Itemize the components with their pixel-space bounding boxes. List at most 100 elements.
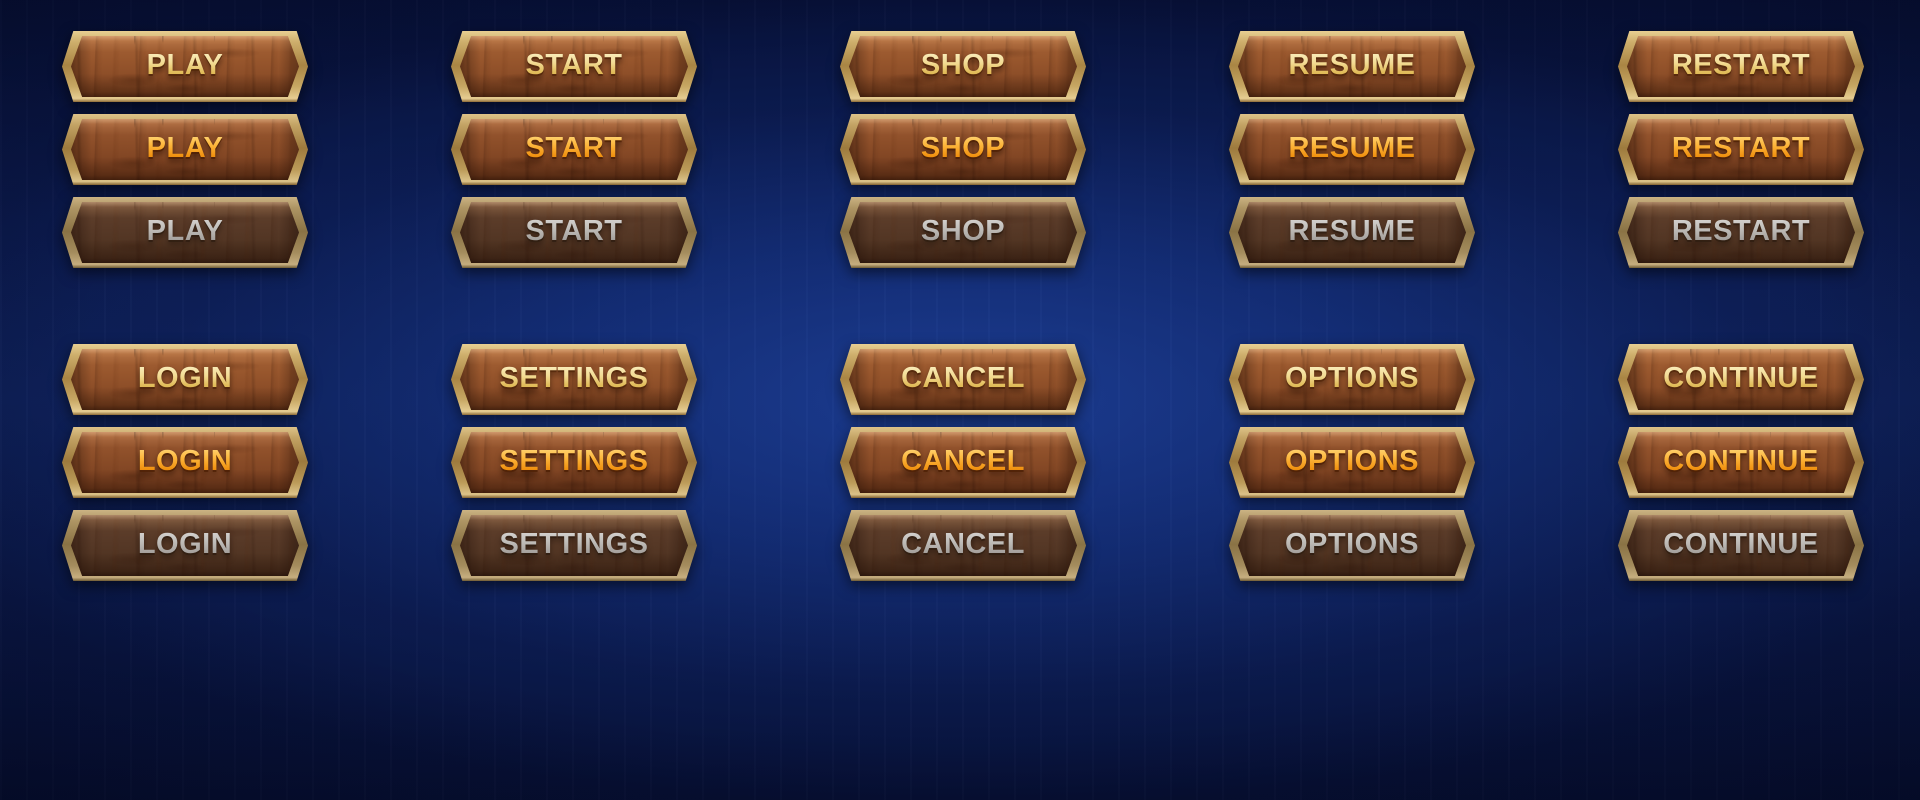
plank-seam-marks	[71, 36, 299, 46]
button-label: SHOP	[920, 132, 1006, 164]
plank-seam-marks	[1627, 202, 1855, 212]
button-cancel-hover[interactable]: CANCEL	[840, 427, 1086, 498]
button-label: RESTART	[1671, 132, 1811, 164]
button-label: CONTINUE	[1663, 445, 1819, 477]
plank-seam-marks	[460, 515, 688, 525]
button-shop-normal[interactable]: SHOP	[840, 31, 1086, 102]
plank-seam-marks	[460, 432, 688, 442]
button-label: PLAY	[146, 49, 224, 81]
plank-seam-marks	[849, 119, 1077, 129]
button-label: LOGIN	[137, 362, 233, 394]
button-cancel-normal[interactable]: CANCEL	[840, 344, 1086, 415]
button-label: START	[525, 132, 623, 164]
button-row-normal: LOGIN SETTINGS CANCEL OPTIONS CONTINUE	[62, 344, 1864, 415]
button-label: RESTART	[1671, 215, 1811, 247]
plank-seam-marks	[1627, 515, 1855, 525]
button-label: CANCEL	[901, 445, 1025, 477]
button-label: LOGIN	[137, 445, 233, 477]
plank-seam-marks	[71, 432, 299, 442]
button-settings-hover[interactable]: SETTINGS	[451, 427, 697, 498]
plank-seam-marks	[1627, 432, 1855, 442]
plank-seam-marks	[849, 36, 1077, 46]
button-label: OPTIONS	[1284, 445, 1419, 477]
button-settings-normal[interactable]: SETTINGS	[451, 344, 697, 415]
button-label: CANCEL	[901, 362, 1025, 394]
button-restart-disabled: RESTART	[1618, 197, 1864, 268]
plank-seam-marks	[849, 515, 1077, 525]
plank-seam-marks	[460, 119, 688, 129]
plank-seam-marks	[1627, 349, 1855, 359]
button-options-normal[interactable]: OPTIONS	[1229, 344, 1475, 415]
plank-seam-marks	[460, 36, 688, 46]
button-label: START	[525, 49, 623, 81]
plank-seam-marks	[849, 432, 1077, 442]
button-label: LOGIN	[137, 528, 233, 560]
button-label: RESUME	[1288, 132, 1416, 164]
plank-seam-marks	[1238, 202, 1466, 212]
plank-seam-marks	[1238, 515, 1466, 525]
button-continue-normal[interactable]: CONTINUE	[1618, 344, 1864, 415]
plank-seam-marks	[1627, 119, 1855, 129]
plank-seam-marks	[71, 202, 299, 212]
button-label: SHOP	[920, 49, 1006, 81]
button-resume-hover[interactable]: RESUME	[1229, 114, 1475, 185]
button-start-disabled: START	[451, 197, 697, 268]
button-label: RESUME	[1288, 215, 1416, 247]
button-row-hover: LOGIN SETTINGS CANCEL OPTIONS CONTINUE	[62, 427, 1864, 498]
button-label: OPTIONS	[1284, 528, 1419, 560]
button-options-disabled: OPTIONS	[1229, 510, 1475, 581]
plank-seam-marks	[1238, 349, 1466, 359]
button-play-normal[interactable]: PLAY	[62, 31, 308, 102]
button-resume-disabled: RESUME	[1229, 197, 1475, 268]
button-label: SHOP	[920, 215, 1006, 247]
button-label: CONTINUE	[1663, 528, 1819, 560]
plank-seam-marks	[460, 202, 688, 212]
button-continue-disabled: CONTINUE	[1618, 510, 1864, 581]
button-grid: PLAY START SHOP RESUME RESTART PLAY STAR…	[0, 0, 1920, 611]
button-label: PLAY	[146, 215, 224, 247]
plank-seam-marks	[460, 349, 688, 359]
button-start-normal[interactable]: START	[451, 31, 697, 102]
button-login-normal[interactable]: LOGIN	[62, 344, 308, 415]
button-label: CANCEL	[901, 528, 1025, 560]
plank-seam-marks	[1238, 119, 1466, 129]
group-separator	[62, 268, 1864, 344]
button-label: OPTIONS	[1284, 362, 1419, 394]
plank-seam-marks	[71, 515, 299, 525]
button-settings-disabled: SETTINGS	[451, 510, 697, 581]
button-start-hover[interactable]: START	[451, 114, 697, 185]
button-restart-hover[interactable]: RESTART	[1618, 114, 1864, 185]
button-cancel-disabled: CANCEL	[840, 510, 1086, 581]
button-label: RESTART	[1671, 49, 1811, 81]
button-label: SETTINGS	[499, 445, 649, 477]
button-login-hover[interactable]: LOGIN	[62, 427, 308, 498]
button-row-normal: PLAY START SHOP RESUME RESTART	[62, 31, 1864, 102]
button-row-hover: PLAY START SHOP RESUME RESTART	[62, 114, 1864, 185]
button-group-secondary-actions: LOGIN SETTINGS CANCEL OPTIONS CONTINUE L…	[62, 344, 1864, 581]
button-continue-hover[interactable]: CONTINUE	[1618, 427, 1864, 498]
plank-seam-marks	[1627, 36, 1855, 46]
button-label: SETTINGS	[499, 528, 649, 560]
button-label: CONTINUE	[1663, 362, 1819, 394]
button-options-hover[interactable]: OPTIONS	[1229, 427, 1475, 498]
button-label: SETTINGS	[499, 362, 649, 394]
plank-seam-marks	[1238, 36, 1466, 46]
button-play-disabled: PLAY	[62, 197, 308, 268]
button-label: RESUME	[1288, 49, 1416, 81]
button-resume-normal[interactable]: RESUME	[1229, 31, 1475, 102]
plank-seam-marks	[71, 119, 299, 129]
plank-seam-marks	[1238, 432, 1466, 442]
button-login-disabled: LOGIN	[62, 510, 308, 581]
button-row-disabled: PLAY START SHOP RESUME RESTART	[62, 197, 1864, 268]
button-row-disabled: LOGIN SETTINGS CANCEL OPTIONS CONTINUE	[62, 510, 1864, 581]
button-set-stage: PLAY START SHOP RESUME RESTART PLAY STAR…	[0, 0, 1920, 800]
button-restart-normal[interactable]: RESTART	[1618, 31, 1864, 102]
plank-seam-marks	[849, 202, 1077, 212]
plank-seam-marks	[849, 349, 1077, 359]
button-shop-disabled: SHOP	[840, 197, 1086, 268]
plank-seam-marks	[71, 349, 299, 359]
button-play-hover[interactable]: PLAY	[62, 114, 308, 185]
button-shop-hover[interactable]: SHOP	[840, 114, 1086, 185]
button-group-primary-actions: PLAY START SHOP RESUME RESTART PLAY STAR…	[62, 31, 1864, 268]
button-label: START	[525, 215, 623, 247]
